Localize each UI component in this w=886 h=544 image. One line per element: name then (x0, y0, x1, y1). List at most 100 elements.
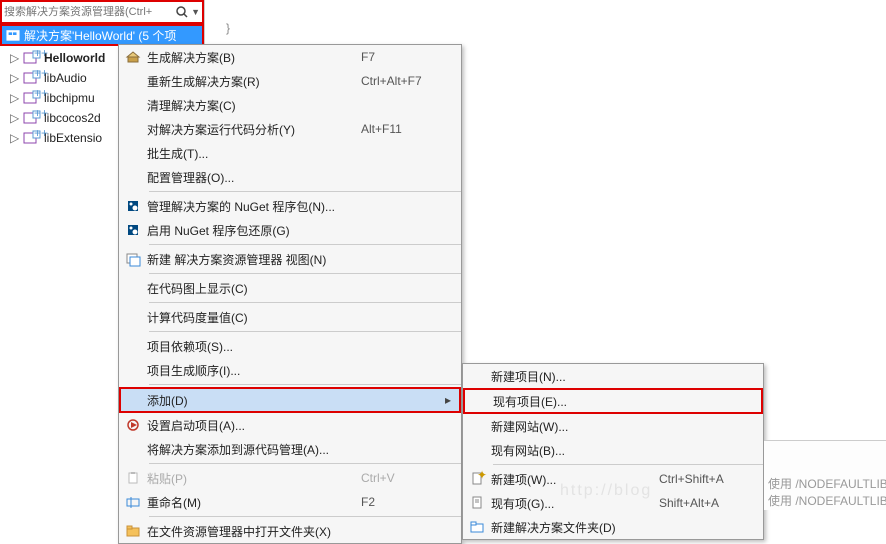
menu-shortcut: Ctrl+Shift+A (659, 472, 749, 486)
search-icon[interactable] (176, 6, 188, 18)
project-label: Helloworld (44, 51, 105, 65)
dropdown-caret-icon[interactable]: ▼ (191, 7, 200, 17)
solution-icon (6, 28, 20, 42)
menu-label: 生成解决方案(B) (147, 49, 361, 66)
menu-shortcut: Ctrl+Alt+F7 (361, 74, 447, 88)
submenu-item[interactable]: 新建解决方案文件夹(D) (463, 515, 763, 539)
project-icon: ++ (24, 71, 40, 85)
menu-label: 在代码图上显示(C) (147, 280, 361, 297)
folder-icon (119, 524, 147, 538)
svg-text:✦: ✦ (477, 468, 487, 482)
expand-caret-icon[interactable]: ▷ (10, 111, 20, 125)
build-icon (119, 50, 147, 64)
watermark: http://blog (560, 482, 652, 500)
context-menu-item[interactable]: 批生成(T)... (119, 141, 461, 165)
context-menu-item[interactable]: 清理解决方案(C) (119, 93, 461, 117)
output-line: 使用 /NODEFAULTLIB:lib (768, 477, 886, 491)
context-menu-item[interactable]: 将解决方案添加到源代码管理(A)... (119, 437, 461, 461)
startup-icon (119, 418, 147, 432)
menu-shortcut: Ctrl+V (361, 471, 447, 485)
menu-label: 设置启动项目(A)... (147, 417, 361, 434)
output-pane: 使用 /NODEFAULTLIB:lib 使用 /NODEFAULTLIB:li (764, 440, 886, 510)
solution-node[interactable]: 解决方案'HelloWorld' (5 个项 (0, 24, 204, 46)
context-menu-item[interactable]: 启用 NuGet 程序包还原(G) (119, 218, 461, 242)
context-menu-item[interactable]: 项目生成顺序(I)... (119, 358, 461, 382)
submenu-add: 新建项目(N)... 现有项目(E)... 新建网站(W)... 现有网站(B)...… (462, 363, 764, 540)
project-label: libcocos2d (44, 111, 101, 125)
menu-shortcut: Shift+Alt+A (659, 496, 749, 510)
submenu-item[interactable]: 现有项目(E)... (463, 388, 763, 414)
menu-separator (149, 191, 461, 192)
project-icon: ++ (24, 91, 40, 105)
submenu-item[interactable]: 现有网站(B)... (463, 438, 763, 462)
menu-shortcut: F2 (361, 495, 447, 509)
menu-label: 启用 NuGet 程序包还原(G) (147, 222, 361, 239)
newitem-icon: ✦ (463, 472, 491, 486)
project-icon: ++ (24, 111, 40, 125)
menu-label: 管理解决方案的 NuGet 程序包(N)... (147, 198, 361, 215)
menu-label: 新建项目(N)... (491, 368, 659, 385)
menu-label: 新建 解决方案资源管理器 视图(N) (147, 251, 361, 268)
menu-separator (149, 331, 461, 332)
search-row: ▼ (0, 0, 204, 24)
menu-label: 新建解决方案文件夹(D) (491, 519, 659, 536)
project-icon: ++ (24, 131, 40, 145)
menu-label: 项目依赖项(S)... (147, 338, 361, 355)
context-menu-item[interactable]: 管理解决方案的 NuGet 程序包(N)... (119, 194, 461, 218)
menu-label: 重新生成解决方案(R) (147, 73, 361, 90)
menu-separator (149, 273, 461, 274)
menu-label: 添加(D) (147, 392, 359, 409)
context-menu-item[interactable]: 添加(D) ▸ (119, 387, 461, 413)
newview-icon (119, 252, 147, 266)
context-menu-item[interactable]: 重命名(M)F2 (119, 490, 461, 514)
rename-icon (119, 495, 147, 509)
menu-separator (149, 244, 461, 245)
brace-icon: } (226, 21, 230, 35)
existitem-icon (463, 496, 491, 510)
menu-label: 对解决方案运行代码分析(Y) (147, 121, 361, 138)
menu-label: 粘贴(P) (147, 470, 361, 487)
menu-label: 计算代码度量值(C) (147, 309, 361, 326)
context-menu-item[interactable]: 配置管理器(O)... (119, 165, 461, 189)
menu-label: 在文件资源管理器中打开文件夹(X) (147, 523, 361, 540)
menu-label: 批生成(T)... (147, 145, 361, 162)
menu-label: 现有网站(B)... (491, 442, 659, 459)
nuget2-icon (119, 223, 147, 237)
context-menu-item[interactable]: 计算代码度量值(C) (119, 305, 461, 329)
context-menu: 生成解决方案(B)F7重新生成解决方案(R)Ctrl+Alt+F7清理解决方案(… (118, 44, 462, 544)
solfolder-icon (463, 520, 491, 534)
expand-caret-icon[interactable]: ▷ (10, 71, 20, 85)
menu-separator (149, 463, 461, 464)
project-icon: ++ (24, 51, 40, 65)
menu-label: 新建网站(W)... (491, 418, 659, 435)
context-menu-item[interactable]: 粘贴(P)Ctrl+V (119, 466, 461, 490)
output-line: 使用 /NODEFAULTLIB:li (768, 494, 886, 508)
context-menu-item[interactable]: 项目依赖项(S)... (119, 334, 461, 358)
expand-caret-icon[interactable]: ▷ (10, 91, 20, 105)
expand-caret-icon[interactable]: ▷ (10, 131, 20, 145)
menu-label: 配置管理器(O)... (147, 169, 361, 186)
context-menu-item[interactable]: 设置启动项目(A)... (119, 413, 461, 437)
paste-icon (119, 471, 147, 485)
menu-shortcut: Alt+F11 (361, 122, 447, 136)
context-menu-item[interactable]: 新建 解决方案资源管理器 视图(N) (119, 247, 461, 271)
menu-shortcut: F7 (361, 50, 447, 64)
context-menu-item[interactable]: 在文件资源管理器中打开文件夹(X) (119, 519, 461, 543)
expand-caret-icon[interactable]: ▷ (10, 51, 20, 65)
submenu-item[interactable]: 新建网站(W)... (463, 414, 763, 438)
context-menu-item[interactable]: 在代码图上显示(C) (119, 276, 461, 300)
project-label: libAudio (44, 71, 87, 85)
solution-title: 解决方案'HelloWorld' (5 个项 (24, 27, 176, 44)
submenu-arrow-icon: ▸ (445, 393, 459, 407)
context-menu-item[interactable]: 生成解决方案(B)F7 (119, 45, 461, 69)
menu-label: 项目生成顺序(I)... (147, 362, 361, 379)
menu-label: 现有项目(E)... (493, 393, 657, 410)
project-label: libchipmu (44, 91, 95, 105)
context-menu-item[interactable]: 重新生成解决方案(R)Ctrl+Alt+F7 (119, 69, 461, 93)
submenu-item[interactable]: 新建项目(N)... (463, 364, 763, 388)
nuget-icon (119, 199, 147, 213)
menu-label: 清理解决方案(C) (147, 97, 361, 114)
context-menu-item[interactable]: 对解决方案运行代码分析(Y)Alt+F11 (119, 117, 461, 141)
search-input[interactable] (4, 6, 176, 18)
menu-separator (149, 384, 461, 385)
